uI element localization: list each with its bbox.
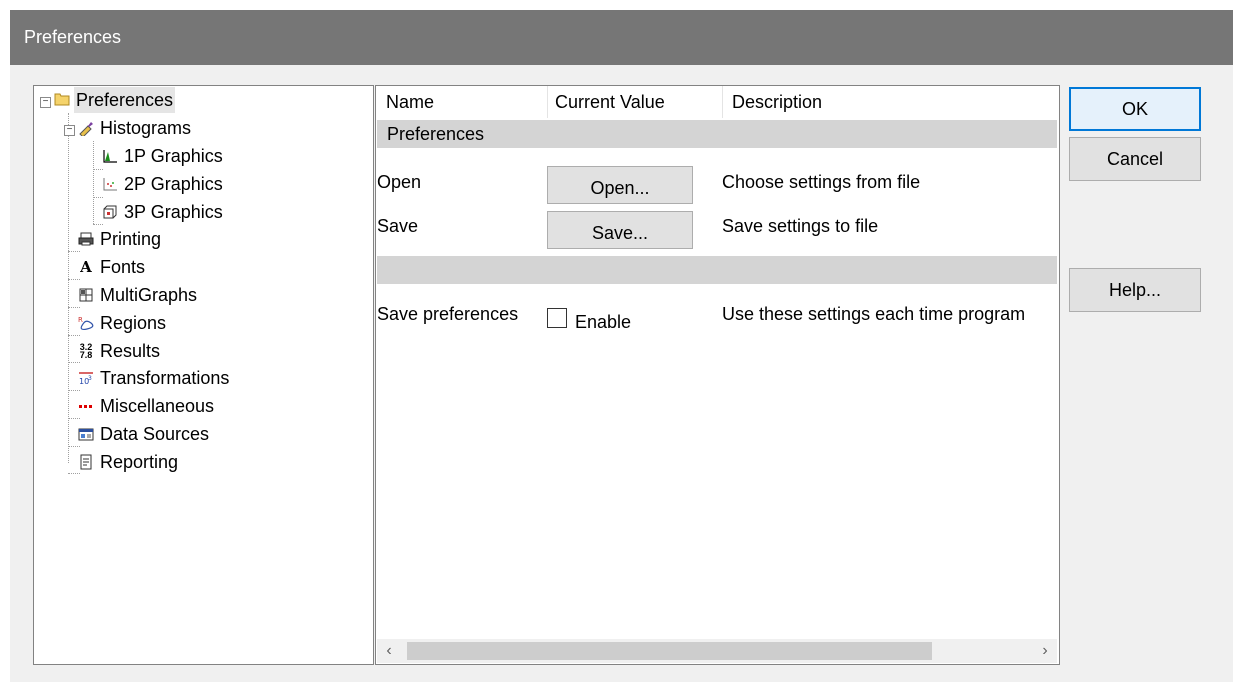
scrollbar-thumb[interactable] <box>407 642 932 660</box>
help-button[interactable]: Help... <box>1069 268 1201 312</box>
printer-icon <box>78 231 94 247</box>
tree-item-data-sources[interactable]: Data Sources <box>78 421 211 447</box>
tree-line <box>93 141 94 224</box>
svg-text:R: R <box>78 316 83 324</box>
1p-graph-icon <box>102 148 118 164</box>
row-name-save: Save <box>377 216 419 236</box>
tree-item-1p-graphics[interactable]: 1P Graphics <box>102 143 225 169</box>
column-header-description[interactable]: Description <box>732 86 822 118</box>
ok-button[interactable]: OK <box>1069 87 1201 131</box>
transformation-icon: 10 3 <box>78 370 94 386</box>
enable-checkbox-label[interactable]: Enable <box>575 312 631 333</box>
tree-item-regions[interactable]: R Regions <box>78 310 168 336</box>
horizontal-scrollbar[interactable]: ‹ › <box>377 639 1057 663</box>
tree-item-multigraphs[interactable]: MultiGraphs <box>78 282 199 308</box>
preferences-dialog: Preferences − − Preferences Histograms 1… <box>10 10 1233 682</box>
tree-item-histograms[interactable]: Histograms <box>78 115 193 141</box>
section-title: Preferences <box>387 124 485 144</box>
tree-item-reporting[interactable]: Reporting <box>78 449 180 475</box>
tree-item-fonts[interactable]: A Fonts <box>78 254 147 280</box>
property-grid: Name Current Value Description Preferenc… <box>375 85 1060 665</box>
enable-checkbox[interactable] <box>547 308 567 328</box>
region-icon: R <box>78 315 94 331</box>
svg-text:3: 3 <box>88 375 92 382</box>
tree-line <box>93 169 103 170</box>
3p-graph-icon <box>102 204 118 220</box>
tree-item-2p-graphics[interactable]: 2P Graphics <box>102 171 225 197</box>
column-header-current-value[interactable]: Current Value <box>555 86 665 118</box>
tree-item-transformations[interactable]: 10 3 Transformations <box>78 365 231 391</box>
scroll-right-icon[interactable]: › <box>1033 639 1057 663</box>
tree-item-miscellaneous[interactable]: Miscellaneous <box>78 393 216 419</box>
folder-icon <box>54 92 70 108</box>
tree-item-results[interactable]: 3.2 7.8 Results <box>78 338 162 364</box>
tree-line <box>93 197 103 198</box>
collapse-histograms-toggle[interactable]: − <box>64 125 75 136</box>
preferences-tree[interactable]: − − Preferences Histograms 1P Graphics 2… <box>33 85 374 665</box>
column-divider[interactable] <box>547 86 548 118</box>
scroll-left-icon[interactable]: ‹ <box>377 639 401 663</box>
title-bar: Preferences <box>10 10 1233 65</box>
row-name-open: Open <box>377 172 422 192</box>
save-button[interactable]: Save... <box>547 211 693 249</box>
section-header-preferences: Preferences <box>377 120 1057 148</box>
row-description-save: Save settings to file <box>722 216 879 236</box>
tree-item-3p-graphics[interactable]: 3P Graphics <box>102 199 225 225</box>
2p-graph-icon <box>102 176 118 192</box>
results-icon: 3.2 7.8 <box>79 342 93 360</box>
dots-icon <box>78 398 94 414</box>
window-title: Preferences <box>24 27 122 47</box>
multigraph-icon <box>78 287 94 303</box>
row-description-open: Choose settings from file <box>722 172 921 192</box>
cancel-button[interactable]: Cancel <box>1069 137 1201 181</box>
tree-item-preferences[interactable]: Preferences <box>54 87 176 113</box>
font-icon: A <box>80 258 92 276</box>
collapse-preferences-toggle[interactable]: − <box>40 97 51 108</box>
row-description-save-preferences: Use these settings each time program <box>722 304 1026 324</box>
tree-line <box>68 113 69 463</box>
section-divider <box>377 256 1057 284</box>
open-button[interactable]: Open... <box>547 166 693 204</box>
data-source-icon <box>78 426 94 442</box>
column-divider[interactable] <box>722 86 723 118</box>
column-header-name[interactable]: Name <box>386 86 434 118</box>
row-name-save-preferences: Save preferences <box>377 304 519 324</box>
report-icon <box>78 454 94 470</box>
histogram-tool-icon <box>78 120 94 138</box>
tree-item-printing[interactable]: Printing <box>78 226 163 252</box>
